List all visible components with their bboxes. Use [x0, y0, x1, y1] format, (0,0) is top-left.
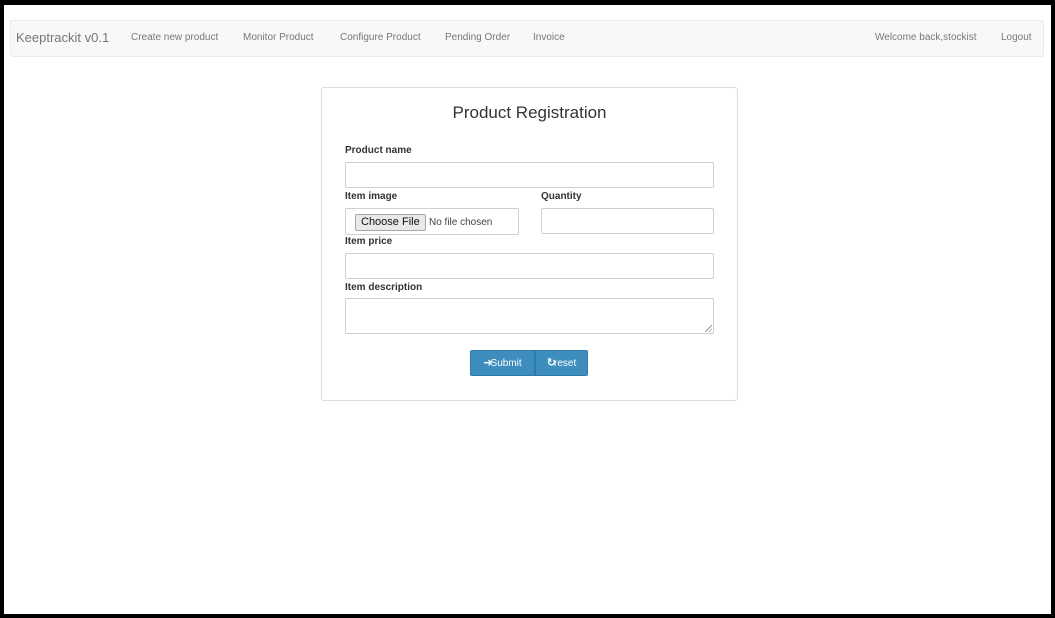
logout-link[interactable]: Logout	[1001, 32, 1032, 43]
product-registration-panel: Product Registration Product name Item i…	[321, 87, 738, 401]
brand-link[interactable]: Keeptrackit v0.1	[16, 30, 109, 45]
item-price-input[interactable]	[345, 253, 714, 279]
nav-monitor-product[interactable]: Monitor Product	[243, 32, 314, 43]
nav-configure-product[interactable]: Configure Product	[340, 32, 421, 43]
nav-invoice[interactable]: Invoice	[533, 32, 565, 43]
quantity-input[interactable]	[541, 208, 714, 234]
welcome-text: Welcome back,stockist	[875, 32, 977, 43]
product-name-input[interactable]	[345, 162, 714, 188]
submit-button[interactable]: ➜Submit	[470, 350, 535, 376]
item-price-label: Item price	[345, 236, 393, 247]
choose-file-button[interactable]: Choose File	[355, 214, 426, 231]
reset-button[interactable]: ↻reset	[535, 350, 588, 376]
submit-label: Submit	[490, 358, 522, 369]
item-image-label: Item image	[345, 191, 398, 202]
nav-create-new-product[interactable]: Create new product	[131, 32, 218, 43]
navbar: Keeptrackit v0.1 Create new product Moni…	[10, 20, 1044, 57]
quantity-label: Quantity	[541, 191, 582, 202]
item-description-textarea[interactable]	[345, 298, 714, 334]
resize-handle-icon[interactable]	[705, 325, 712, 332]
item-image-file-input[interactable]: Choose File No file chosen	[345, 208, 519, 235]
no-file-chosen-text: No file chosen	[429, 217, 493, 228]
nav-pending-order[interactable]: Pending Order	[445, 32, 510, 43]
item-description-label: Item description	[345, 282, 423, 293]
form-title: Product Registration	[452, 103, 607, 122]
reset-label: reset	[553, 358, 577, 369]
product-name-label: Product name	[345, 145, 412, 156]
